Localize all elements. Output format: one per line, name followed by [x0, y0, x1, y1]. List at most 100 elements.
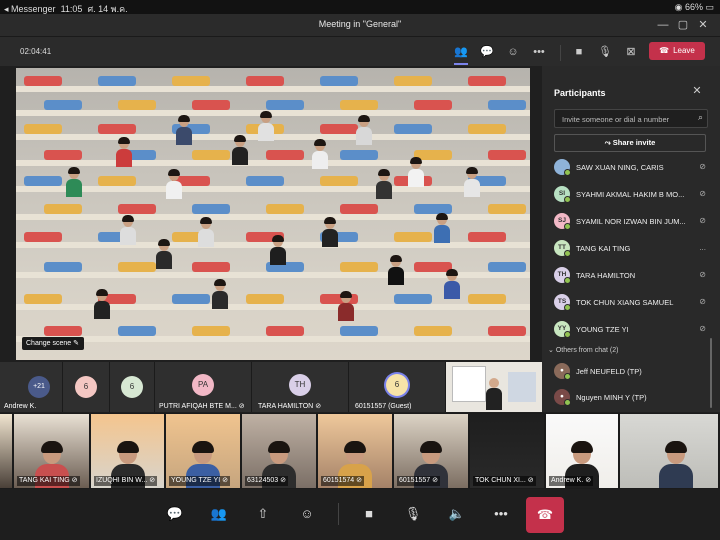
- toolbar-divider: [338, 503, 339, 525]
- search-icon[interactable]: ⌕: [698, 112, 703, 123]
- student-figure: [258, 111, 274, 142]
- share-screen-icon[interactable]: ⊠: [622, 43, 640, 61]
- mic-icon[interactable]: 🎙: [596, 43, 614, 61]
- maximize-icon[interactable]: ▢: [676, 18, 690, 32]
- tile-label: 63124503 ⊘: [245, 476, 288, 486]
- lecture-hall-seat: [340, 326, 378, 336]
- window-title: Meeting in "General": [318, 19, 402, 29]
- change-scene-label: Change scene: [26, 340, 72, 347]
- camera-icon[interactable]: ■: [570, 43, 588, 61]
- others-section-label[interactable]: ⌄ Others from chat (2): [548, 346, 618, 354]
- list-item[interactable]: YY YOUNG TZE YI ⊘: [554, 318, 710, 340]
- list-item[interactable]: ● Jeff NEUFELD (TP): [554, 360, 710, 382]
- lecture-hall-seat: [468, 294, 506, 304]
- shared-content-tile[interactable]: [446, 362, 542, 412]
- video-tile[interactable]: YOUNG TZE YI ⊘: [166, 414, 240, 488]
- overflow-tile[interactable]: +21 Andrew K.: [0, 362, 62, 412]
- list-item[interactable]: SJ SYAMIL NOR IZWAN BIN JUM... ⊘: [554, 210, 710, 232]
- participant-name: SAW XUAN NING, CARIS: [576, 163, 664, 172]
- reactions-icon[interactable]: ☺: [298, 505, 316, 523]
- speaker-icon[interactable]: 🔈: [448, 505, 466, 523]
- participant-tile[interactable]: PA PUTRI AFIQAH BTE M... ⊘: [155, 362, 251, 412]
- video-tile[interactable]: TOK CHUN XI... ⊘: [470, 414, 544, 488]
- tile-label: TANG KAI TING ⊘: [17, 476, 80, 486]
- more-icon[interactable]: •••: [492, 505, 510, 523]
- lecture-hall-seat: [266, 150, 304, 160]
- mic-off-icon[interactable]: ⊘: [699, 216, 706, 225]
- participant-strip-top: +21 Andrew K. 6 6 PA PUTRI AFIQAH BTE M.…: [0, 362, 542, 412]
- toolbar-divider: [560, 45, 561, 61]
- lecture-hall-seat: [266, 326, 304, 336]
- video-tile[interactable]: 60151574 ⊘: [318, 414, 392, 488]
- minimize-icon[interactable]: —: [656, 18, 670, 32]
- more-icon[interactable]: •••: [530, 43, 548, 61]
- student-figure: [176, 115, 192, 146]
- mic-off-icon[interactable]: ⊘: [699, 270, 706, 279]
- status-time: 11:05: [60, 4, 83, 14]
- avatar: TS: [554, 294, 571, 311]
- share-invite-label: Share invite: [612, 138, 656, 147]
- video-tile[interactable]: [0, 414, 12, 488]
- lecture-hall-seat: [192, 262, 230, 272]
- participant-tile[interactable]: 6: [110, 362, 154, 412]
- lecture-hall-seat: [320, 124, 358, 134]
- mic-off-icon[interactable]: ⊘: [699, 297, 706, 306]
- video-tile[interactable]: Andrew K. ⊘: [546, 414, 618, 488]
- chat-icon[interactable]: 💬: [166, 505, 184, 523]
- list-item[interactable]: SI SYAHMI AKMAL HAKIM B MO... ⊘: [554, 183, 710, 205]
- mic-off-icon[interactable]: ⊘: [699, 189, 706, 198]
- scrollbar[interactable]: [710, 338, 712, 408]
- chat-icon[interactable]: 💬: [478, 43, 496, 61]
- list-item[interactable]: TH TARA HAMILTON ⊘: [554, 264, 710, 286]
- lecture-hall-seat: [340, 204, 378, 214]
- video-tile[interactable]: IZUQHI BIN W... ⊘: [91, 414, 164, 488]
- video-tile[interactable]: 60151557 ⊘: [394, 414, 468, 488]
- mic-off-icon[interactable]: 🎙: [404, 505, 422, 523]
- list-item[interactable]: TT TANG KAI TING...: [554, 237, 710, 259]
- mic-off-icon[interactable]: ⊘: [699, 324, 706, 333]
- close-icon[interactable]: ✕: [696, 18, 710, 32]
- video-tile[interactable]: 63124503 ⊘: [242, 414, 316, 488]
- avatar: 6: [75, 376, 97, 398]
- mic-off-icon[interactable]: ⊘: [699, 162, 706, 171]
- participant-tile[interactable]: TH TARA HAMILTON ⊘: [252, 362, 348, 412]
- tile-label-text: Andrew K.: [551, 477, 584, 484]
- status-date: ศ. 14 พ.ค.: [87, 4, 128, 14]
- leave-button[interactable]: ☎ Leave: [649, 42, 705, 60]
- tile-label-text: PUTRI AFIQAH BTE M...: [159, 403, 237, 410]
- lecture-hall-seat: [118, 100, 156, 110]
- lecture-hall-seat: [414, 204, 452, 214]
- people-icon[interactable]: 👥: [210, 505, 228, 523]
- invite-input[interactable]: [560, 112, 689, 126]
- list-item[interactable]: SAW XUAN NING, CARIS ⊘: [554, 156, 710, 178]
- student-figure: [376, 169, 392, 200]
- lecture-hall-seat: [24, 294, 62, 304]
- participant-video: [659, 438, 693, 488]
- avatar: TT: [554, 240, 571, 257]
- participant-tile[interactable]: 6 60151557 (Guest): [349, 362, 445, 412]
- avatar: 6: [386, 374, 408, 396]
- share-screen-icon[interactable]: ⇧: [254, 505, 272, 523]
- video-tile[interactable]: TANG KAI TING ⊘: [14, 414, 89, 488]
- mic-off-icon: ⊘: [220, 477, 228, 484]
- student-figure: [356, 115, 372, 146]
- participant-tile[interactable]: 6: [63, 362, 109, 412]
- list-item[interactable]: ● Nguyen MINH Y (TP): [554, 386, 710, 408]
- student-figure: [120, 215, 136, 246]
- lecture-hall-seat: [98, 76, 136, 86]
- reactions-icon[interactable]: ☺: [504, 43, 522, 61]
- change-scene-button[interactable]: Change scene ✎: [22, 337, 84, 350]
- share-invite-button[interactable]: ⤳ Share invite: [554, 134, 706, 152]
- more-options-icon[interactable]: ...: [699, 243, 706, 252]
- lecture-hall-desk-row: [16, 86, 530, 92]
- hang-up-button[interactable]: ☎: [526, 497, 564, 533]
- people-icon[interactable]: 👥: [452, 43, 470, 65]
- video-tile[interactable]: [620, 414, 718, 488]
- participant-name: TARA HAMILTON: [576, 271, 636, 280]
- camera-icon[interactable]: ■: [360, 505, 378, 523]
- lecture-hall-seat: [488, 262, 526, 272]
- list-item[interactable]: TS TOK CHUN XIANG SAMUEL ⊘: [554, 291, 710, 313]
- bottom-control-bar: 💬 👥 ⇧ ☺ ■ 🎙 🔈 ••• ☎: [0, 489, 720, 540]
- student-figure: [408, 157, 424, 188]
- close-icon[interactable]: ✕: [690, 84, 704, 98]
